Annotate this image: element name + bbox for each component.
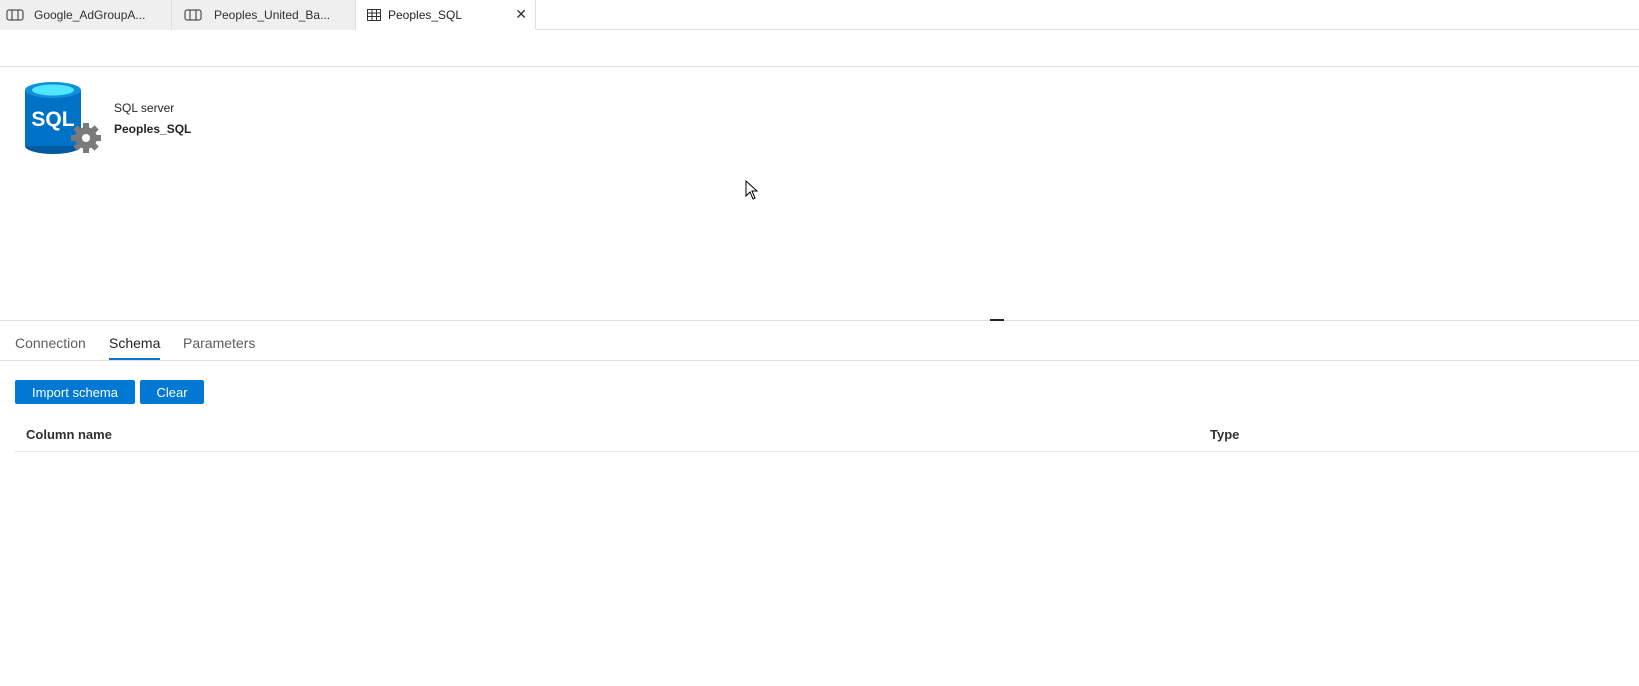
mouse-cursor-icon — [745, 179, 759, 200]
properties-tabs: Connection Schema Parameters — [0, 321, 1639, 361]
import-schema-button[interactable]: Import schema — [15, 380, 135, 404]
type-header[interactable]: Type — [1210, 427, 1239, 442]
dataset-type-label: SQL server — [114, 101, 175, 115]
tab-schema[interactable]: Schema — [109, 335, 161, 360]
close-icon[interactable]: ✕ — [515, 6, 527, 22]
tab-peoples-sql[interactable]: Peoples_SQL ✕ — [356, 0, 536, 30]
tab-peoples-united[interactable]: Peoples_United_Ba... — [172, 0, 356, 30]
tab-connection[interactable]: Connection — [15, 335, 86, 358]
schema-table-header: Column name Type — [14, 418, 1639, 452]
tab-label: Peoples_SQL — [388, 8, 463, 22]
editor-tab-bar: Google_AdGroupA... Peoples_United_Ba... … — [0, 0, 1639, 30]
table-icon — [366, 8, 384, 22]
tab-label: Google_AdGroupA... — [34, 8, 146, 22]
svg-text:SQL: SQL — [31, 108, 74, 131]
dataset-icon — [6, 8, 24, 22]
tab-label: Peoples_United_Ba... — [214, 8, 331, 22]
tab-google-adgroup[interactable]: Google_AdGroupA... — [0, 0, 172, 30]
dataset-name: Peoples_SQL — [114, 122, 192, 136]
column-name-header[interactable]: Column name — [26, 427, 112, 442]
clear-button[interactable]: Clear — [140, 380, 204, 404]
toolbar-strip — [0, 30, 1639, 67]
tab-parameters[interactable]: Parameters — [183, 335, 255, 358]
dataset-icon — [184, 8, 202, 22]
sql-server-icon: SQL — [24, 80, 104, 158]
